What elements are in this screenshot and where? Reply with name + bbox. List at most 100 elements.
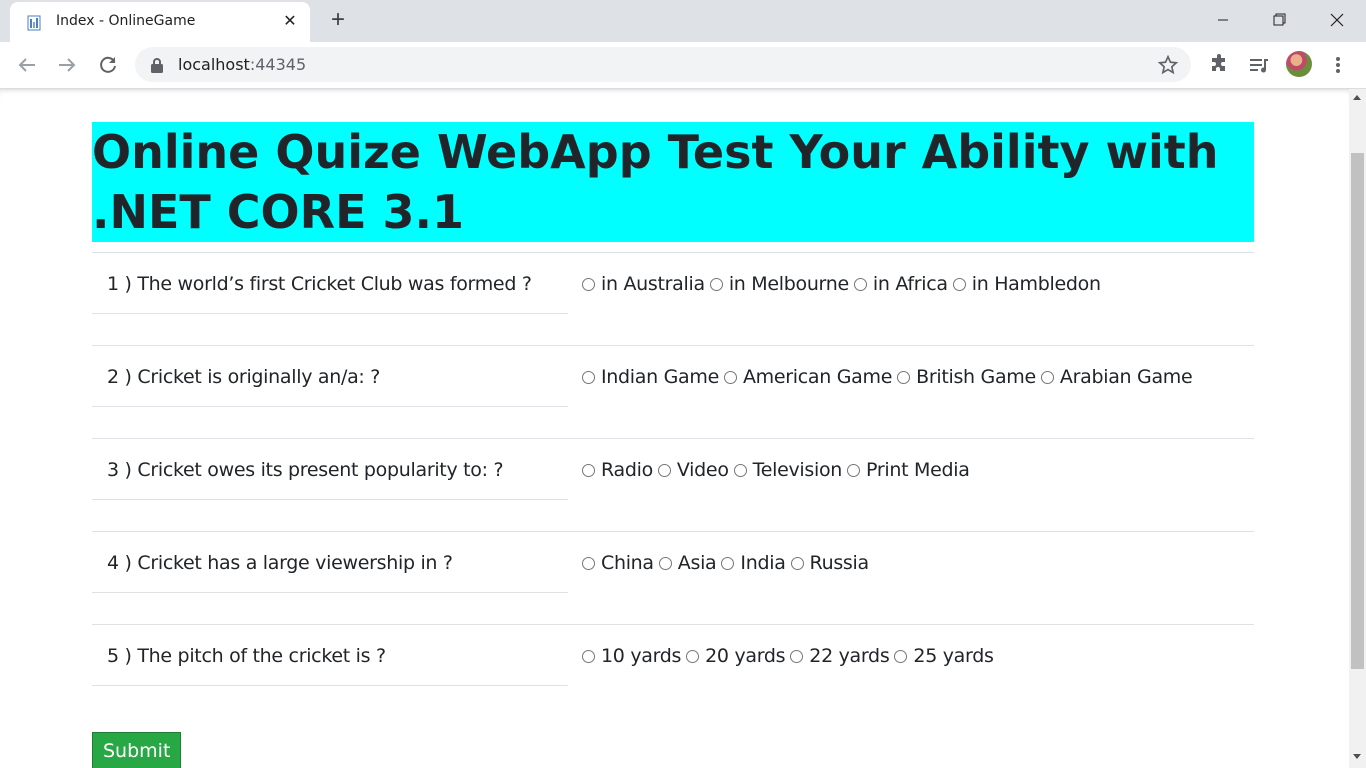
radio-button[interactable]	[790, 556, 804, 570]
minimize-icon[interactable]	[1209, 8, 1237, 32]
answer-option[interactable]: 25 yards	[894, 645, 994, 667]
answer-option[interactable]: India	[721, 552, 786, 574]
answer-option-label: Arabian Game	[1059, 366, 1193, 388]
answer-option-label: India	[740, 552, 786, 574]
answer-option-label: Russia	[809, 552, 870, 574]
answer-option-label: 22 yards	[809, 645, 890, 667]
answer-option-label: in Africa	[872, 273, 948, 295]
answer-option-label: 25 yards	[913, 645, 994, 667]
radio-button[interactable]	[733, 463, 747, 477]
answer-option[interactable]: British Game	[897, 366, 1036, 388]
radio-button[interactable]	[1040, 370, 1054, 384]
answer-option[interactable]: China	[582, 552, 654, 574]
answer-option-label: 20 yards	[705, 645, 786, 667]
url-text[interactable]: localhost:44345	[178, 55, 306, 74]
answer-option[interactable]: in Melbourne	[709, 273, 849, 295]
reload-icon[interactable]	[96, 53, 120, 77]
answer-option[interactable]: American Game	[723, 366, 893, 388]
question-row: 5 ) The pitch of the cricket is ? 10 yard…	[92, 624, 1254, 717]
page-favicon-icon	[27, 15, 41, 31]
radio-button[interactable]	[721, 556, 735, 570]
question-cell: 4 ) Cricket has a large viewership in ?	[92, 532, 568, 593]
radio-button[interactable]	[582, 463, 595, 477]
answer-option[interactable]: Arabian Game	[1040, 366, 1193, 388]
radio-button[interactable]	[790, 649, 804, 663]
answer-option[interactable]: 20 yards	[686, 645, 786, 667]
address-bar[interactable]: localhost:44345	[135, 47, 1191, 82]
restore-icon[interactable]	[1265, 8, 1293, 32]
answer-option[interactable]: in Australia	[582, 273, 705, 295]
answer-option-label: British Game	[916, 366, 1036, 388]
answer-option-label: Radio	[601, 459, 653, 481]
browser-tab[interactable]: Index - OnlineGame ✕	[10, 2, 310, 42]
answer-option-label: in Melbourne	[728, 273, 849, 295]
answer-option[interactable]: in Hambledon	[952, 273, 1101, 295]
close-window-icon[interactable]	[1323, 8, 1351, 32]
answer-option[interactable]: Video	[657, 459, 729, 481]
radio-button[interactable]	[723, 370, 737, 384]
answer-option[interactable]: Print Media	[847, 459, 970, 481]
forward-arrow-icon[interactable]	[55, 53, 79, 77]
answer-option[interactable]: 22 yards	[790, 645, 890, 667]
answer-option[interactable]: 10 yards	[582, 645, 681, 667]
answer-option-label: 10 yards	[601, 645, 682, 667]
scroll-up-arrow-icon[interactable]	[1353, 95, 1361, 100]
close-tab-icon[interactable]: ✕	[280, 12, 300, 32]
url-port: :44345	[249, 55, 307, 74]
radio-button[interactable]	[897, 370, 911, 384]
radio-button[interactable]	[952, 277, 966, 291]
radio-button[interactable]	[582, 370, 595, 384]
answer-option[interactable]: Radio	[582, 459, 653, 481]
scroll-down-arrow-icon[interactable]	[1353, 754, 1361, 759]
answer-options: in Australia in Melbourne in Africa in Hamb…	[582, 273, 1106, 296]
question-text: 2 ) Cricket is originally an/a: ?	[107, 366, 381, 388]
page-title: Online Quize WebApp Test Your Ability wi…	[92, 122, 1254, 242]
answer-option-label: Television	[752, 459, 843, 481]
answer-option-label: Indian Game	[601, 366, 719, 388]
answer-option[interactable]: in Africa	[853, 273, 948, 295]
answer-option-label: Print Media	[866, 459, 970, 481]
answer-option[interactable]: Indian Game	[582, 366, 719, 388]
answer-option[interactable]: Asia	[658, 552, 717, 574]
question-row: 3 ) Cricket owes its present popularity …	[92, 438, 1254, 531]
answer-option-label: in Australia	[601, 273, 705, 295]
navbar-edge	[0, 89, 1349, 102]
quiz-table: 1 ) The world’s first Cricket Club was f…	[92, 252, 1254, 717]
radio-button[interactable]	[847, 463, 861, 477]
question-text: 4 ) Cricket has a large viewership in ?	[107, 552, 453, 574]
radio-button[interactable]	[686, 649, 700, 663]
back-arrow-icon[interactable]	[15, 53, 39, 77]
radio-button[interactable]	[657, 463, 671, 477]
radio-button[interactable]	[582, 556, 595, 570]
media-queue-icon[interactable]	[1247, 53, 1271, 77]
radio-button[interactable]	[853, 277, 867, 291]
tab-title: Index - OnlineGame	[56, 13, 196, 29]
more-menu-icon[interactable]	[1328, 53, 1348, 77]
answer-options: 10 yards 20 yards 22 yards 25 yards	[582, 645, 999, 668]
answer-option-label: American Game	[742, 366, 893, 388]
quiz-container: Online Quize WebApp Test Your Ability wi…	[92, 122, 1254, 768]
answer-option-label: Video	[676, 459, 729, 481]
question-text: 1 ) The world’s first Cricket Club was f…	[107, 273, 532, 295]
page-viewport: Online Quize WebApp Test Your Ability wi…	[0, 89, 1349, 768]
radio-button[interactable]	[894, 649, 908, 663]
submit-button[interactable]: Submit	[92, 732, 182, 768]
question-row: 1 ) The world’s first Cricket Club was f…	[92, 252, 1254, 345]
answer-option[interactable]: Television	[733, 459, 843, 481]
radio-button[interactable]	[582, 649, 595, 663]
question-cell: 3 ) Cricket owes its present popularity …	[92, 439, 568, 500]
new-tab-icon[interactable]: +	[326, 8, 350, 33]
page-scrollbar[interactable]	[1349, 89, 1366, 768]
radio-button[interactable]	[582, 277, 595, 291]
bookmark-star-icon[interactable]	[1157, 54, 1179, 76]
extensions-puzzle-icon[interactable]	[1207, 53, 1231, 77]
answer-option-label: China	[601, 552, 654, 574]
question-cell: 5 ) The pitch of the cricket is ?	[92, 625, 568, 686]
lock-icon[interactable]	[150, 57, 164, 73]
scroll-thumb[interactable]	[1351, 153, 1364, 669]
radio-button[interactable]	[658, 556, 672, 570]
answer-option[interactable]: Russia	[790, 552, 870, 574]
profile-avatar[interactable]	[1286, 51, 1312, 77]
radio-button[interactable]	[709, 277, 723, 291]
answer-options: China Asia India Russia	[582, 552, 874, 575]
